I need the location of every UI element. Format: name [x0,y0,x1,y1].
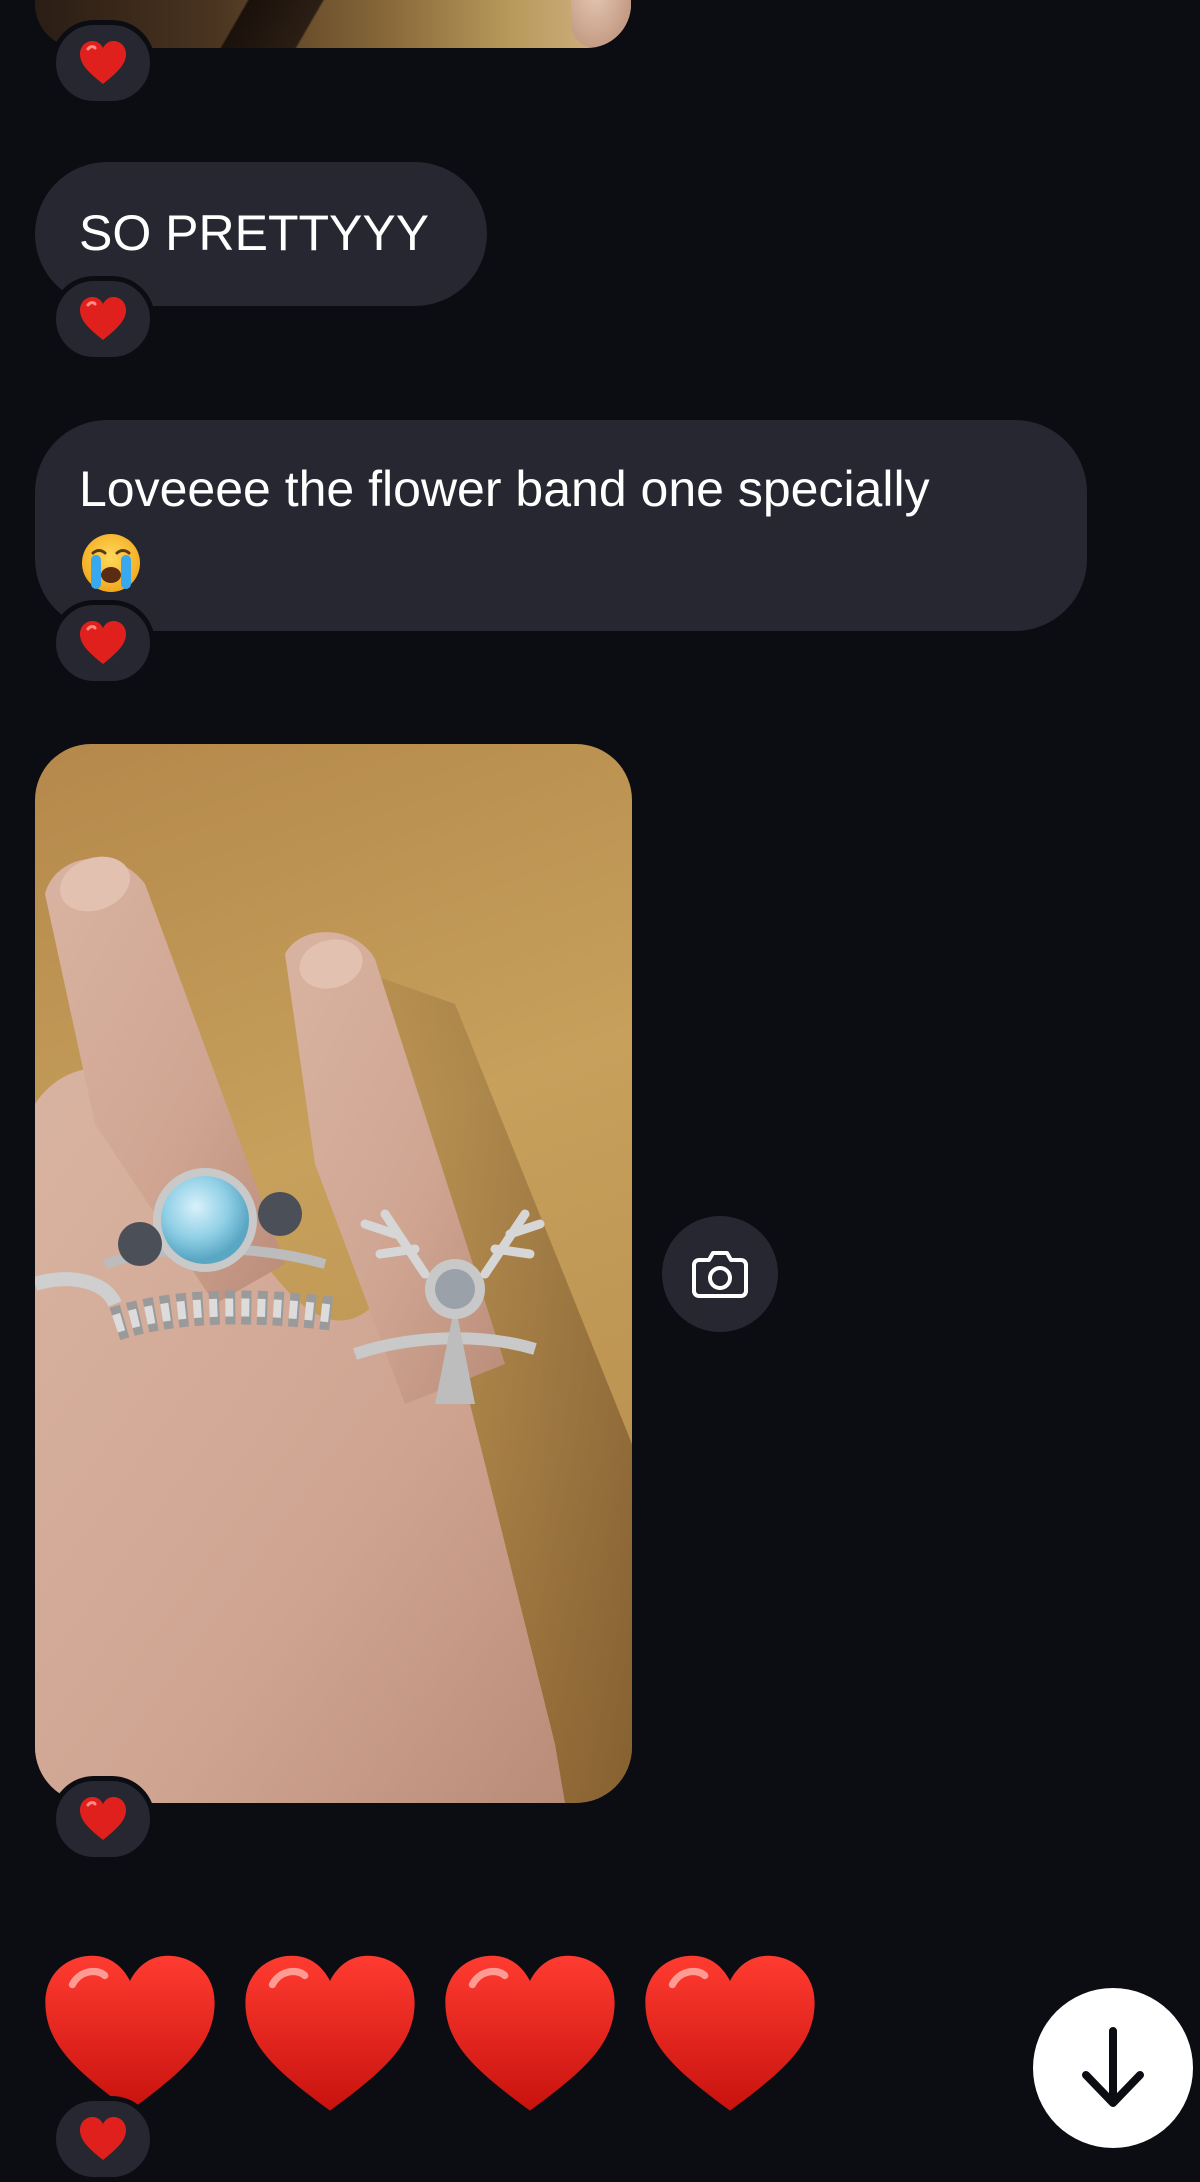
reaction-heart-chip[interactable] [51,600,155,686]
loudly-crying-face-icon [82,533,140,592]
reaction-heart-chip[interactable] [51,276,155,362]
red-heart-icon [80,41,126,84]
reaction-heart-chip[interactable] [51,1776,155,1862]
red-heart-icon [240,1945,420,2125]
photo-content [195,0,395,48]
camera-button[interactable] [662,1216,778,1332]
scroll-to-bottom-button[interactable] [1033,1988,1193,2148]
arrow-down-icon [1082,2027,1144,2107]
message-text: SO PRETTYYY [79,205,430,261]
photo-content [571,0,631,48]
red-heart-icon [80,2117,126,2160]
camera-icon [692,1251,748,1298]
red-heart-icon [640,1945,820,2125]
reaction-heart-chip[interactable] [51,2096,155,2182]
message-photo-rings[interactable] [35,744,632,1803]
message-text: Loveeee the flower band one specially [79,461,930,517]
photo-content [35,856,632,1803]
red-heart-icon [80,297,126,340]
message-bubble[interactable]: Loveeee the flower band one specially [35,420,1087,631]
red-heart-icon [80,1797,126,1840]
red-heart-icon [440,1945,620,2125]
red-heart-icon [40,1945,220,2125]
reaction-heart-chip[interactable] [51,20,155,106]
red-heart-icon [80,621,126,664]
emoji-message[interactable] [40,1945,820,2125]
